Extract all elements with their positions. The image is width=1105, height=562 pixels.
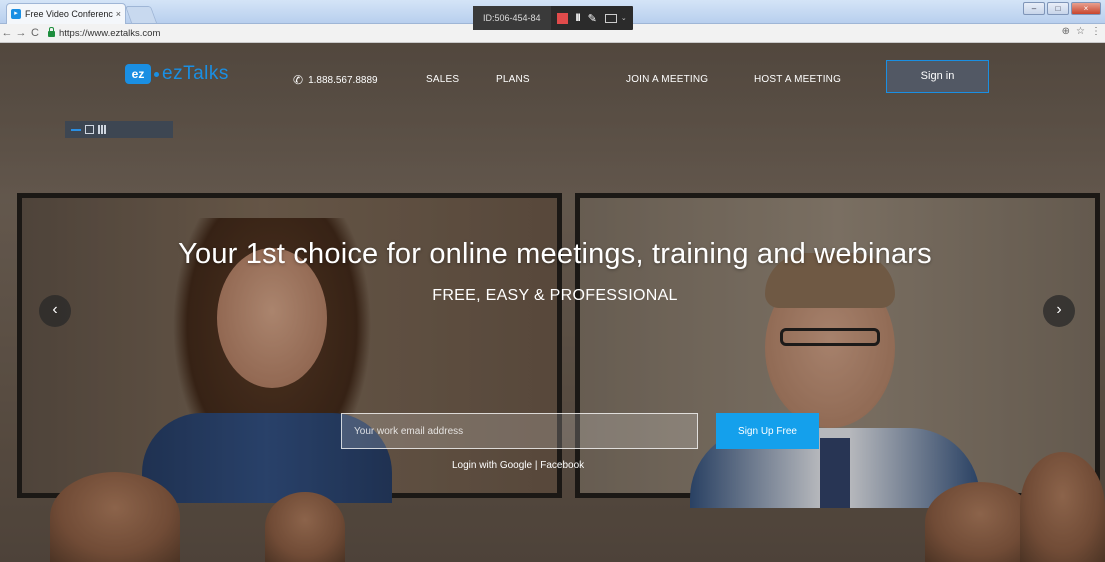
nav-sales[interactable]: SALES bbox=[426, 74, 459, 85]
window-controls: – □ × bbox=[1023, 2, 1101, 15]
logo-dot-icon bbox=[154, 71, 159, 77]
minimize-view-icon[interactable] bbox=[71, 128, 81, 131]
sign-up-free-button[interactable]: Sign Up Free bbox=[716, 413, 819, 449]
eztalks-logo[interactable]: ez ezTalks bbox=[125, 63, 229, 85]
minimize-button[interactable]: – bbox=[1023, 2, 1045, 15]
email-input[interactable] bbox=[341, 413, 698, 449]
login-google-link[interactable]: Google bbox=[500, 460, 532, 471]
forward-icon[interactable]: → bbox=[14, 27, 28, 39]
phone-icon: ✆ bbox=[293, 73, 304, 87]
browser-menu-icon[interactable]: ⋮ bbox=[1091, 26, 1101, 37]
meeting-id: ID:506-454-84 bbox=[473, 6, 551, 30]
view-toggle-bar bbox=[65, 121, 173, 138]
logo-text: ezTalks bbox=[162, 63, 229, 84]
bookmark-star-icon[interactable]: ☆ bbox=[1076, 26, 1085, 37]
phone-number: 1.888.567.8889 bbox=[308, 74, 378, 86]
url-text: https://www.eztalks.com bbox=[59, 27, 161, 39]
carousel-next-button[interactable]: › bbox=[1043, 295, 1075, 327]
nav-join-meeting[interactable]: JOIN A MEETING bbox=[626, 74, 708, 85]
single-view-icon[interactable] bbox=[85, 125, 94, 134]
back-icon[interactable]: ← bbox=[0, 27, 14, 39]
nav-host-meeting[interactable]: HOST A MEETING bbox=[754, 74, 841, 85]
login-facebook-link[interactable]: Facebook bbox=[540, 460, 584, 471]
share-screen-icon[interactable] bbox=[604, 13, 617, 23]
login-with-label: Login with bbox=[452, 460, 500, 471]
browser-tab[interactable]: ▸ Free Video Conferenc × bbox=[6, 3, 126, 24]
new-tab-button[interactable] bbox=[124, 6, 158, 23]
logo-badge: ez bbox=[125, 64, 151, 84]
phone-contact[interactable]: ✆ 1.888.567.8889 bbox=[293, 73, 378, 87]
pause-share-button[interactable]: II bbox=[576, 12, 581, 24]
close-window-button[interactable]: × bbox=[1071, 2, 1101, 15]
social-login-line: Login with Google | Facebook bbox=[452, 460, 584, 471]
lock-icon bbox=[48, 27, 55, 37]
maximize-button[interactable]: □ bbox=[1047, 2, 1069, 15]
annotate-pen-icon[interactable]: ✎ bbox=[588, 12, 597, 25]
screen-share-toolbar: ID:506-454-84 II ✎ ⌄ bbox=[473, 6, 633, 30]
hero-subheadline: FREE, EASY & PROFESSIONAL bbox=[432, 287, 678, 304]
grid-view-icon[interactable] bbox=[98, 125, 107, 134]
share-screen-caret-icon[interactable]: ⌄ bbox=[621, 14, 627, 22]
hero-headline: Your 1st choice for online meetings, tra… bbox=[178, 238, 932, 270]
login-separator: | bbox=[532, 460, 541, 471]
zoom-icon[interactable]: ⊕ bbox=[1062, 26, 1070, 37]
reload-icon[interactable]: C bbox=[28, 27, 42, 39]
tab-close-icon[interactable]: × bbox=[116, 9, 121, 19]
nav-plans[interactable]: PLANS bbox=[496, 74, 530, 85]
hero-section: ez ezTalks ✆ 1.888.567.8889 SALES PLANS … bbox=[0, 43, 1105, 562]
stop-share-button[interactable] bbox=[556, 12, 568, 24]
address-bar-actions: ⊕ ☆ ⋮ bbox=[1062, 26, 1101, 37]
carousel-prev-button[interactable]: ‹ bbox=[39, 295, 71, 327]
eztalks-favicon-icon: ▸ bbox=[11, 9, 21, 19]
tab-title: Free Video Conferenc bbox=[25, 9, 113, 19]
sign-in-button[interactable]: Sign in bbox=[886, 60, 989, 93]
share-controls: II ✎ ⌄ bbox=[551, 12, 633, 25]
